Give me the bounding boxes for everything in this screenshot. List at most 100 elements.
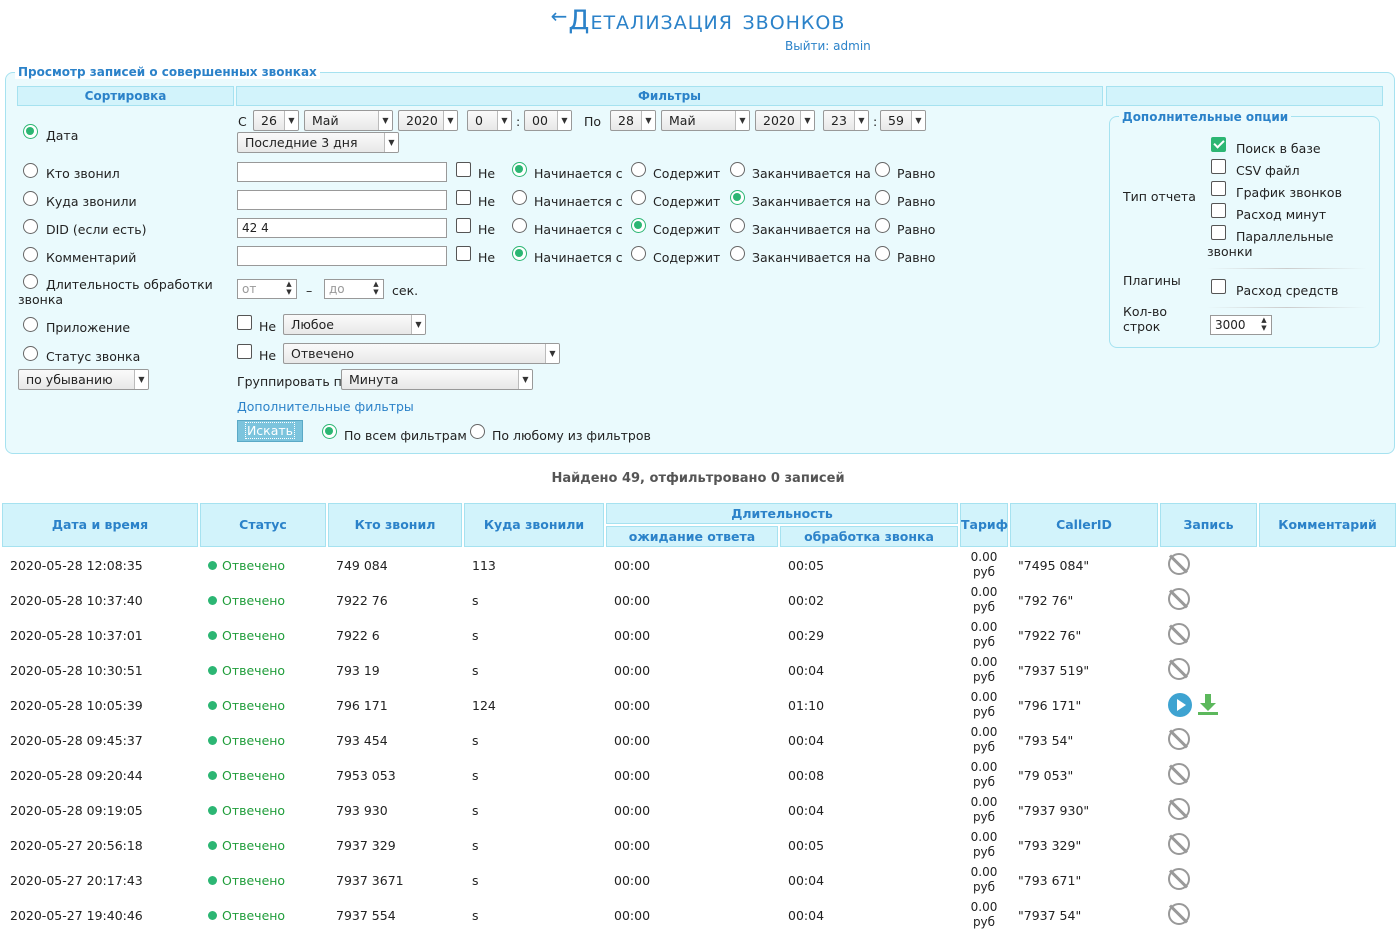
- time-colon-2: :: [873, 114, 878, 129]
- extra-filters-link[interactable]: Дополнительные фильтры: [237, 399, 414, 414]
- parallel-checkbox[interactable]: [1211, 225, 1226, 240]
- did-not-checkbox[interactable]: [456, 218, 471, 233]
- sort-radio-duration[interactable]: [23, 274, 38, 289]
- cell-callee: s: [472, 838, 479, 853]
- caller-not-checkbox[interactable]: [456, 162, 471, 177]
- chevron-down-icon: ▼: [378, 111, 392, 130]
- sort-radio-status[interactable]: [23, 346, 38, 361]
- th-status[interactable]: Статус: [200, 503, 326, 547]
- from-day-select[interactable]: 26 ▼: [253, 110, 299, 131]
- chevron-down-icon: ▼: [284, 111, 298, 130]
- cell-tariff: 0.00 руб: [960, 830, 1008, 860]
- comment-contains-label: Содержит: [653, 250, 721, 265]
- sort-radio-date[interactable]: [23, 124, 38, 139]
- to-day-select[interactable]: 28 ▼: [610, 110, 656, 131]
- play-icon[interactable]: [1168, 693, 1192, 717]
- from-hour-select[interactable]: 0 ▼: [467, 110, 512, 131]
- app-select[interactable]: Любое ▼: [283, 314, 426, 335]
- caller-ends-radio[interactable]: [730, 162, 745, 177]
- callee-not-checkbox[interactable]: [456, 190, 471, 205]
- spinner-icon[interactable]: ▲ ▼: [282, 280, 296, 298]
- app-not-checkbox[interactable]: [237, 315, 252, 330]
- caller-equals-radio[interactable]: [875, 162, 890, 177]
- status-text: Отвечено: [222, 733, 286, 748]
- status-select[interactable]: Отвечено ▼: [283, 343, 560, 364]
- cell-caller: 7922 6: [336, 628, 380, 643]
- th-wait[interactable]: ожидание ответа: [606, 526, 778, 547]
- cell-tariff: 0.00 руб: [960, 865, 1008, 895]
- callee-ends-radio[interactable]: [730, 190, 745, 205]
- download-icon[interactable]: [1196, 692, 1220, 716]
- sort-order-value: по убыванию: [26, 372, 113, 387]
- cell-status: Отвечено: [208, 908, 285, 923]
- caller-filter-input[interactable]: [237, 162, 447, 182]
- did-starts-radio[interactable]: [512, 218, 527, 233]
- group-by-value: Минута: [349, 372, 399, 387]
- did-contains-radio[interactable]: [631, 218, 646, 233]
- from-month-select[interactable]: Май ▼: [304, 110, 393, 131]
- search-button[interactable]: Искать: [237, 420, 303, 442]
- status-not-checkbox[interactable]: [237, 344, 252, 359]
- cell-wait: 00:00: [614, 698, 651, 713]
- caller-starts-radio[interactable]: [512, 162, 527, 177]
- comment-starts-radio[interactable]: [512, 246, 527, 261]
- logout-link[interactable]: Выйти: admin: [785, 39, 871, 53]
- minutes-checkbox[interactable]: [1211, 203, 1226, 218]
- caller-ends-label: Заканчивается на: [752, 166, 871, 181]
- to-year-select[interactable]: 2020 ▼: [755, 110, 815, 131]
- duration-to-input[interactable]: до ▲ ▼: [324, 279, 384, 299]
- to-min-select[interactable]: 59 ▼: [880, 110, 926, 131]
- status-value: Отвечено: [291, 346, 355, 361]
- comment-contains-radio[interactable]: [631, 246, 646, 261]
- from-year-value: 2020: [406, 113, 438, 128]
- th-handle[interactable]: обработка звонка: [780, 526, 958, 547]
- group-by-select[interactable]: Минута ▼: [341, 369, 533, 390]
- sort-radio-callee[interactable]: [23, 191, 38, 206]
- callee-starts-radio[interactable]: [512, 190, 527, 205]
- did-filter-input[interactable]: 42 4: [237, 218, 447, 238]
- caller-contains-radio[interactable]: [631, 162, 646, 177]
- callee-contains-radio[interactable]: [631, 190, 646, 205]
- minutes-label: Расход минут: [1236, 207, 1327, 222]
- caller-equals-label: Равно: [897, 166, 936, 181]
- to-month-select[interactable]: Май ▼: [661, 110, 750, 131]
- callee-filter-input[interactable]: [237, 190, 447, 210]
- th-caller[interactable]: Кто звонил: [328, 503, 462, 547]
- sort-radio-comment[interactable]: [23, 247, 38, 262]
- spend-checkbox[interactable]: [1211, 279, 1226, 294]
- callee-equals-radio[interactable]: [875, 190, 890, 205]
- th-callerid[interactable]: CallerID: [1010, 503, 1158, 547]
- chevron-down-icon: ▼: [800, 111, 814, 130]
- db-search-checkbox[interactable]: [1211, 137, 1226, 152]
- th-datetime[interactable]: Дата и время: [2, 503, 198, 547]
- match-any-radio[interactable]: [470, 424, 485, 439]
- comment-not-checkbox[interactable]: [456, 246, 471, 261]
- sort-radio-app[interactable]: [23, 317, 38, 332]
- sort-radio-did[interactable]: [23, 219, 38, 234]
- sort-radio-caller[interactable]: [23, 163, 38, 178]
- no-record-icon: [1168, 553, 1190, 575]
- comment-filter-input[interactable]: [237, 246, 447, 266]
- match-all-radio[interactable]: [322, 424, 337, 439]
- did-ends-radio[interactable]: [730, 218, 745, 233]
- cell-handle: 00:04: [788, 803, 825, 818]
- th-tariff[interactable]: Тариф: [960, 503, 1008, 547]
- comment-equals-radio[interactable]: [875, 246, 890, 261]
- graph-checkbox[interactable]: [1211, 181, 1226, 196]
- from-year-select[interactable]: 2020 ▼: [398, 110, 458, 131]
- spinner-icon[interactable]: ▲ ▼: [1257, 316, 1271, 334]
- to-hour-select[interactable]: 23 ▼: [823, 110, 869, 131]
- cell-wait: 00:00: [614, 628, 651, 643]
- spinner-icon[interactable]: ▲ ▼: [369, 280, 383, 298]
- cell-tariff: 0.00 руб: [960, 620, 1008, 650]
- csv-checkbox[interactable]: [1211, 159, 1226, 174]
- rows-count-input[interactable]: 3000 ▲ ▼: [1210, 315, 1272, 335]
- from-min-select[interactable]: 00 ▼: [524, 110, 572, 131]
- sort-order-select[interactable]: по убыванию ▼: [18, 369, 149, 390]
- did-equals-radio[interactable]: [875, 218, 890, 233]
- back-arrow-icon[interactable]: ←: [551, 4, 569, 28]
- date-preset-select[interactable]: Последние 3 дня ▼: [237, 132, 399, 153]
- duration-from-input[interactable]: от ▲ ▼: [237, 279, 297, 299]
- th-callee[interactable]: Куда звонили: [464, 503, 604, 547]
- comment-ends-radio[interactable]: [730, 246, 745, 261]
